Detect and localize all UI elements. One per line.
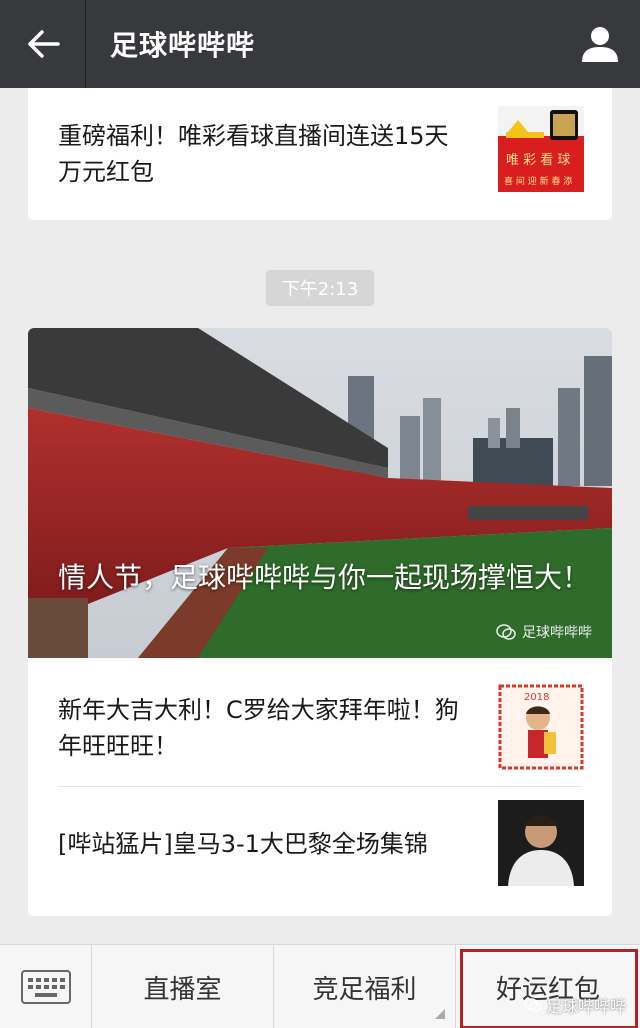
menu-item-lucky-redpacket[interactable]: 好运红包 足球哔哔哔	[456, 945, 640, 1028]
bottom-watermark: 足球哔哔哔	[524, 993, 626, 1017]
article-title[interactable]: 重磅福利！唯彩看球直播间连送15天万元红包	[58, 118, 468, 190]
hero-image[interactable]: 情人节，足球哔哔哔与你一起现场撑恒大！ 足球哔哔哔	[28, 328, 612, 658]
back-arrow-icon	[27, 30, 60, 58]
svg-text:2018: 2018	[524, 692, 549, 703]
keyboard-toggle-button[interactable]	[0, 945, 92, 1028]
hero-watermark: 足球哔哔哔	[496, 622, 592, 642]
svg-text:喜 间 迎 新 春 添: 喜 间 迎 新 春 添	[504, 175, 572, 187]
hero-watermark-text: 足球哔哔哔	[522, 625, 592, 641]
svg-text:唯 彩 看 球: 唯 彩 看 球	[506, 152, 570, 168]
bottom-watermark-text: 足球哔哔哔	[545, 997, 626, 1016]
divider	[58, 786, 582, 787]
back-button[interactable]	[0, 0, 86, 88]
article-thumbnail-redpacket: 唯 彩 看 球 喜 间 迎 新 春 添	[498, 106, 584, 192]
article-title[interactable]: [哔站猛片]皇马3-1大巴黎全场集锦	[58, 826, 468, 862]
menu-item-label: 竞足福利	[312, 974, 417, 1005]
menu-item-label: 直播室	[143, 974, 222, 1005]
top-nav-bar: 足球哔哔哔	[0, 0, 640, 88]
article-thumbnail-cny: 2018	[498, 684, 584, 770]
article-thumbnail-ronaldo	[498, 800, 584, 886]
article-card-top[interactable]: 重磅福利！唯彩看球直播间连送15天万元红包 唯 彩 看 球 喜 间 迎 新 春 …	[28, 88, 612, 220]
bottom-menu-bar: 直播室 竞足福利 好运红包 足球哔哔哔	[0, 944, 640, 1028]
keyboard-icon	[20, 970, 71, 1004]
article-title[interactable]: 新年大吉大利！C罗给大家拜年啦！狗年旺旺旺！	[58, 692, 468, 764]
timestamp-badge: 下午2:13	[266, 270, 374, 306]
page-title: 足球哔哔哔	[110, 29, 256, 62]
stadium-image	[28, 328, 612, 658]
wechat-icon	[496, 624, 516, 640]
hero-title[interactable]: 情人节，足球哔哔哔与你一起现场撑恒大！	[58, 558, 598, 598]
menu-item-welfare[interactable]: 竞足福利	[274, 945, 456, 1028]
user-icon	[582, 27, 618, 62]
wechat-icon	[524, 998, 542, 1012]
submenu-indicator-icon	[435, 1009, 445, 1019]
article-card-main[interactable]: 情人节，足球哔哔哔与你一起现场撑恒大！ 足球哔哔哔 新年大吉大利！C罗给大家拜年…	[28, 328, 612, 916]
profile-button[interactable]	[578, 22, 622, 66]
menu-item-live-room[interactable]: 直播室	[92, 945, 274, 1028]
